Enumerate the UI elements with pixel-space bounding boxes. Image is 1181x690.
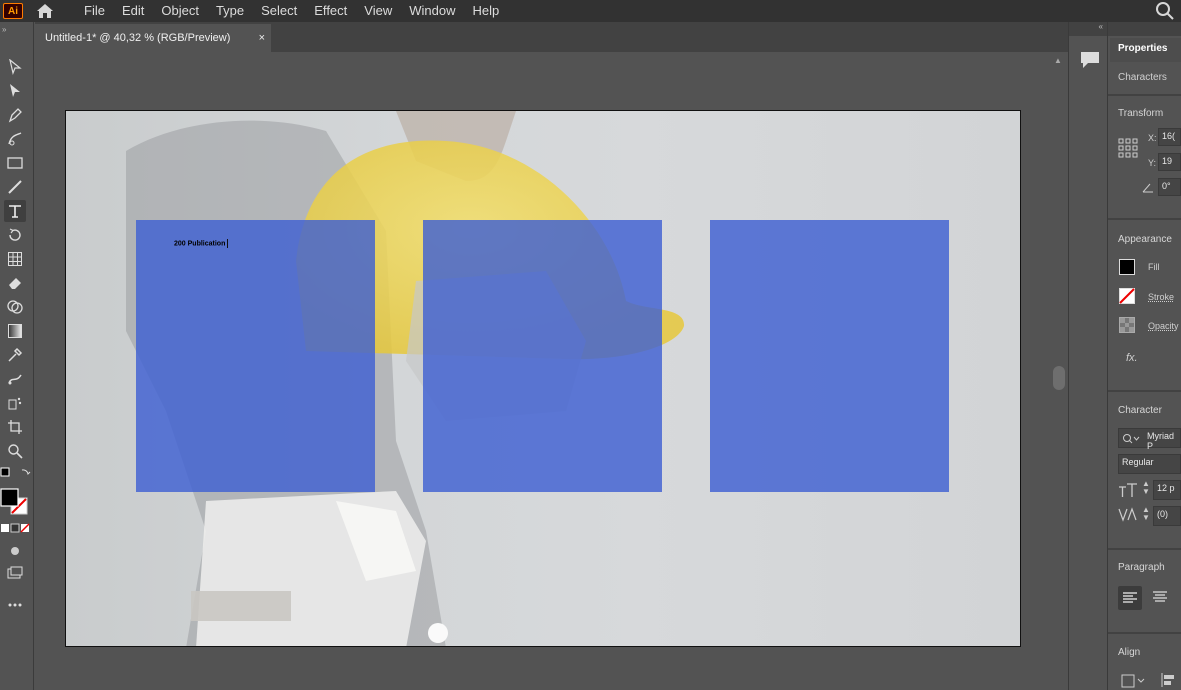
angle-icon	[1142, 180, 1154, 198]
opacity-icon	[1119, 317, 1135, 333]
blue-box-2[interactable]	[423, 220, 662, 492]
stroke-swatch[interactable]	[1119, 288, 1135, 304]
stroke-label[interactable]: Stroke	[1148, 292, 1174, 302]
menu-view[interactable]: View	[355, 4, 400, 18]
vertical-scrollbar[interactable]: ▲	[1050, 52, 1068, 690]
font-size-stepper[interactable]: ▲ ▼	[1142, 480, 1150, 496]
blue-box-3[interactable]	[710, 220, 949, 492]
home-icon[interactable]	[35, 2, 55, 20]
tracking-field[interactable]: (0)	[1153, 506, 1181, 526]
menu-bar: Ai File Edit Object Type Select Effect V…	[0, 0, 1181, 22]
canvas-area[interactable]: 200 Publication	[35, 52, 1050, 690]
divider	[1108, 218, 1181, 220]
menu-effect[interactable]: Effect	[305, 4, 355, 18]
draw-mode-icon[interactable]	[4, 540, 26, 562]
menu-type[interactable]: Type	[207, 4, 252, 18]
align-title: Align	[1118, 647, 1141, 658]
eraser-tool-icon[interactable]	[4, 272, 26, 294]
menu-edit[interactable]: Edit	[113, 4, 152, 18]
main-menu: File Edit Object Type Select Effect View…	[75, 4, 507, 18]
color-mode-icon[interactable]	[0, 522, 34, 534]
opacity-label[interactable]: Opacity	[1148, 321, 1179, 331]
align-left-objects-icon[interactable]	[1160, 672, 1176, 690]
pen-tool-icon[interactable]	[4, 104, 26, 126]
expand-panels-icon[interactable]: «	[1069, 22, 1107, 36]
blue-box-1[interactable]: 200 Publication	[136, 220, 375, 492]
x-label: X:	[1148, 133, 1157, 143]
character-title: Character	[1118, 405, 1162, 416]
more-tools-icon[interactable]	[4, 594, 26, 616]
rectangle-tool-icon[interactable]	[4, 152, 26, 174]
default-fill-stroke-icon[interactable]	[0, 466, 34, 480]
tracking-stepper[interactable]: ▲ ▼	[1142, 506, 1150, 522]
eyedropper-tool-icon[interactable]	[4, 344, 26, 366]
font-family-value: Myriad P	[1147, 431, 1175, 451]
fill-swatch[interactable]	[1119, 259, 1135, 275]
curvature-tool-icon[interactable]	[4, 128, 26, 150]
transform-title: Transform	[1118, 108, 1164, 119]
shape-builder-tool-icon[interactable]	[4, 296, 26, 318]
collapsed-panels: «	[1068, 22, 1108, 690]
font-size-field[interactable]: 12 p	[1153, 480, 1181, 500]
menu-object[interactable]: Object	[152, 4, 207, 18]
rotate-tool-icon[interactable]	[4, 224, 26, 246]
type-tool-icon[interactable]	[4, 200, 26, 222]
properties-topbar	[1108, 22, 1181, 36]
angle-field[interactable]: 0°	[1158, 178, 1181, 196]
tools-panel: »	[0, 22, 34, 690]
close-tab-icon[interactable]: ×	[259, 32, 265, 44]
text-cursor	[227, 239, 229, 248]
tab-characters[interactable]: Characters	[1110, 72, 1167, 83]
y-label: Y:	[1148, 158, 1157, 168]
document-tab[interactable]: Untitled-1* @ 40,32 % (RGB/Preview) ×	[35, 24, 271, 52]
grid-tool-icon[interactable]	[4, 248, 26, 270]
text-frame[interactable]: 200 Publication	[174, 239, 229, 248]
font-size-icon	[1118, 482, 1138, 503]
divider	[1108, 390, 1181, 392]
gradient-tool-icon[interactable]	[4, 320, 26, 342]
zoom-tool-icon[interactable]	[4, 440, 26, 462]
symbol-sprayer-tool-icon[interactable]	[4, 392, 26, 414]
tab-properties[interactable]: Properties	[1110, 38, 1181, 62]
menu-file[interactable]: File	[75, 4, 113, 18]
fill-stroke-swatch-icon[interactable]	[0, 488, 34, 518]
divider	[1108, 548, 1181, 550]
puppet-warp-tool-icon[interactable]	[4, 368, 26, 390]
paintbrush-tool-icon[interactable]	[4, 176, 26, 198]
scrollbar-thumb[interactable]	[1053, 366, 1065, 390]
divider	[1108, 632, 1181, 634]
align-center-icon[interactable]	[1152, 590, 1168, 609]
text-frame-content: 200 Publication	[174, 240, 226, 248]
align-left-icon[interactable]	[1118, 586, 1142, 610]
search-icon[interactable]	[1155, 1, 1175, 21]
paragraph-title: Paragraph	[1118, 562, 1165, 573]
menu-window[interactable]: Window	[400, 4, 463, 18]
selection-tool-icon[interactable]	[4, 56, 26, 78]
align-to-icon[interactable]	[1120, 672, 1146, 690]
scroll-up-icon[interactable]: ▲	[1054, 56, 1062, 65]
artboard[interactable]: 200 Publication	[65, 110, 1021, 647]
screen-mode-icon[interactable]	[4, 562, 26, 584]
comments-icon[interactable]	[1079, 50, 1101, 70]
font-style-value: Regular	[1122, 457, 1154, 467]
direct-selection-tool-icon[interactable]	[4, 80, 26, 102]
x-field[interactable]: 16(	[1158, 128, 1181, 146]
document-tab-bar: Untitled-1* @ 40,32 % (RGB/Preview) ×	[35, 22, 1068, 52]
menu-help[interactable]: Help	[463, 4, 507, 18]
artboard-tool-icon[interactable]	[4, 416, 26, 438]
font-search-icon	[1122, 432, 1140, 450]
divider	[1108, 94, 1181, 96]
app-logo: Ai	[3, 3, 23, 19]
document-tab-title: Untitled-1* @ 40,32 % (RGB/Preview)	[45, 32, 231, 44]
menu-select[interactable]: Select	[252, 4, 305, 18]
font-style-select[interactable]: Regular	[1118, 454, 1181, 474]
y-field[interactable]: 19	[1158, 153, 1181, 171]
panel-collapse-icon[interactable]: »	[2, 25, 12, 34]
fx-icon[interactable]: fx.	[1126, 352, 1138, 364]
appearance-title: Appearance	[1118, 234, 1172, 245]
reference-point-icon[interactable]	[1118, 138, 1138, 163]
fill-label: Fill	[1148, 262, 1160, 272]
tracking-icon	[1118, 507, 1138, 528]
properties-panel: Properties Characters Transform X: 16( Y…	[1108, 22, 1181, 690]
